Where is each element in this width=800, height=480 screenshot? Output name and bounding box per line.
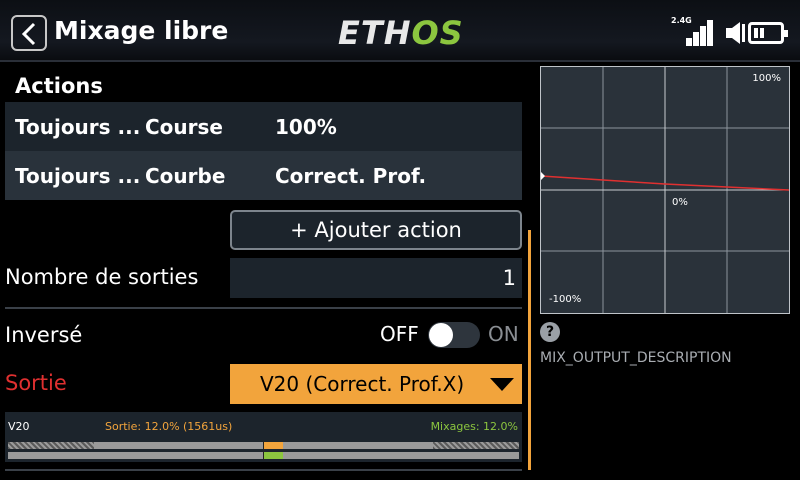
logo-main-text: ETH: [338, 14, 412, 52]
mix-bar-fill: [264, 452, 283, 459]
toggle-off-label: OFF: [380, 322, 419, 346]
mix-bar: [8, 451, 519, 460]
action-condition: Toujours ...: [15, 115, 141, 139]
inverse-toggle[interactable]: [428, 322, 480, 348]
signal-strength-icon: [686, 18, 720, 46]
speaker-icon[interactable]: [724, 20, 746, 46]
monitor-mix-text: Mixages: 12.0%: [430, 420, 518, 433]
back-button[interactable]: [11, 15, 47, 51]
sortie-value: V20 (Correct. Prof.X): [260, 372, 465, 396]
curve-cursor: [541, 172, 545, 180]
action-type: Courbe: [145, 164, 226, 188]
help-icon[interactable]: ?: [540, 322, 560, 342]
add-action-button[interactable]: + Ajouter action: [230, 210, 522, 250]
graph-bottom-label: -100%: [549, 294, 582, 305]
action-type: Course: [145, 115, 223, 139]
action-condition: Toujours ...: [15, 164, 141, 188]
action-row[interactable]: Toujours ... Course 100%: [5, 102, 522, 151]
graph-center-label: 0%: [672, 197, 688, 208]
top-bar: Mixage libre ETHOS 2.4G: [0, 0, 800, 62]
toggle-knob: [429, 323, 453, 347]
monitor-output-text: Sortie: 12.0% (1561us): [105, 420, 233, 433]
output-description: MIX_OUTPUT_DESCRIPTION: [540, 350, 732, 366]
sortie-dropdown[interactable]: V20 (Correct. Prof.X): [230, 364, 522, 404]
output-bar-fill: [264, 442, 283, 449]
logo-accent-text: OS: [411, 14, 464, 52]
chevron-left-icon: [21, 22, 36, 46]
scrollbar[interactable]: [528, 230, 531, 470]
monitor-channel: V20: [8, 420, 30, 433]
ethos-logo: ETHOS: [338, 14, 464, 52]
output-bar: [8, 441, 519, 450]
divider: [5, 469, 522, 471]
curve-graph: 100% 0% -100%: [540, 66, 790, 314]
action-row[interactable]: Toujours ... Courbe Correct. Prof.: [5, 151, 522, 200]
action-value: 100%: [275, 115, 337, 139]
sortie-label: Sortie: [5, 371, 67, 395]
inverse-label: Inversé: [5, 323, 83, 347]
battery-icon: [748, 22, 788, 44]
curve-plot: [541, 67, 789, 313]
outputs-count-label: Nombre de sorties: [5, 265, 199, 289]
output-monitor: V20 Sortie: 12.0% (1561us) Mixages: 12.0…: [5, 412, 522, 462]
actions-title: Actions: [15, 74, 103, 98]
toggle-on-label: ON: [488, 322, 519, 346]
outputs-count-field[interactable]: 1: [230, 258, 522, 298]
divider: [5, 307, 522, 309]
graph-top-label: 100%: [752, 73, 781, 84]
action-value: Correct. Prof.: [275, 164, 427, 188]
dropdown-caret-icon: [490, 378, 514, 391]
page-title: Mixage libre: [54, 16, 229, 45]
